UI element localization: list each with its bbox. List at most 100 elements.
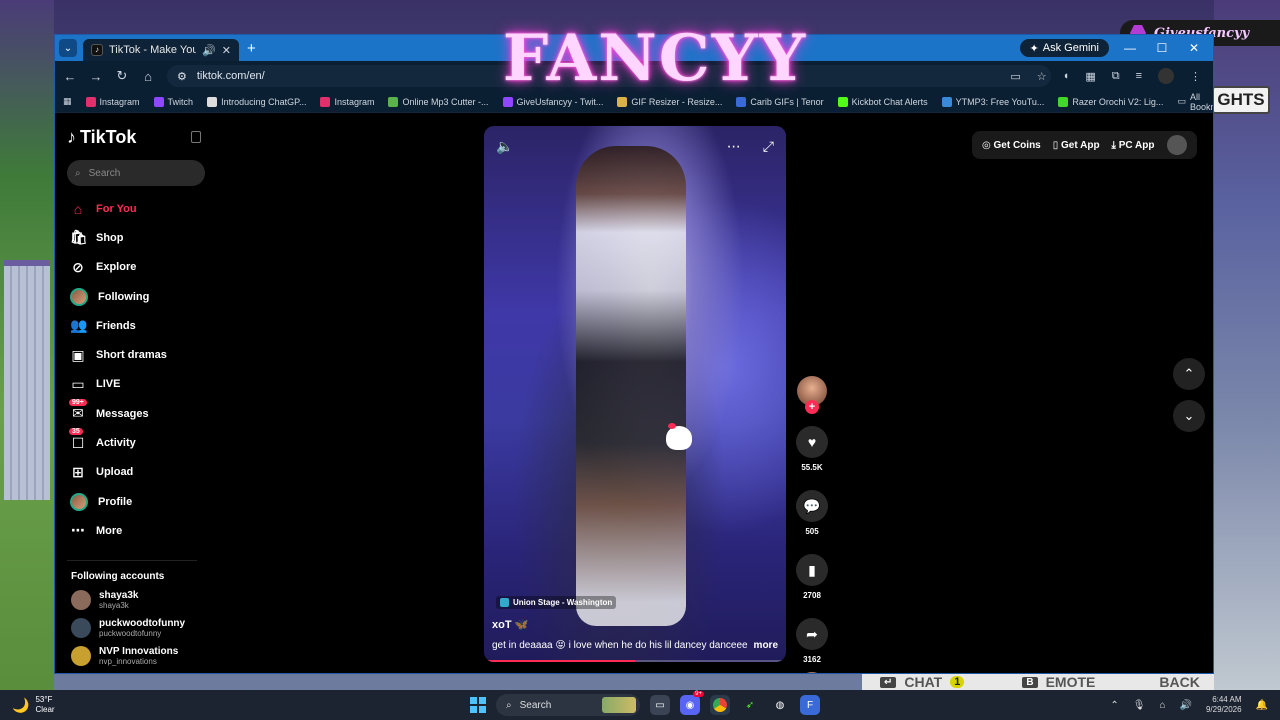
microphone-icon[interactable]: 🎙 <box>1133 700 1146 711</box>
profile-avatar-browser[interactable] <box>1158 68 1174 84</box>
nav-item-upload[interactable]: ⊞ Upload <box>67 458 213 487</box>
app-f-icon[interactable]: F <box>800 695 820 715</box>
chrome-icon[interactable] <box>710 695 730 715</box>
bookmark-item[interactable]: GIF Resizer - Resize... <box>617 96 722 107</box>
extension-icon-2[interactable]: ▦ <box>1085 70 1095 83</box>
bookmark-item[interactable]: Online Mp3 Cutter -... <box>388 96 489 107</box>
bookmark-item[interactable]: Razer Orochi V2: Lig... <box>1058 96 1164 107</box>
previous-video-button[interactable]: ⌃ <box>1173 358 1205 390</box>
pc-app-button[interactable]: ⤓ PC App <box>1112 140 1155 151</box>
following-account[interactable]: puckwoodtofunny puckwoodtofunny <box>67 617 213 638</box>
kick-icon[interactable]: ➶ <box>740 695 760 715</box>
maximize-button[interactable]: ☐ <box>1151 41 1173 55</box>
creator-avatar[interactable]: + <box>797 376 827 414</box>
url-bar[interactable]: ⚙ tiktok.com/en/ ▭ ☆ <box>167 65 1051 87</box>
ask-gemini-button[interactable]: ✦ Ask Gemini <box>1019 39 1109 57</box>
bookmark-item[interactable]: Introducing ChatGP... <box>207 96 306 107</box>
get-app-button[interactable]: ▯ Get App <box>1053 140 1100 151</box>
nav-item-activity[interactable]: 35 ☐ Activity <box>67 428 213 457</box>
minimize-button[interactable]: — <box>1119 41 1141 55</box>
nav-item-short-dramas[interactable]: ▣ Short dramas <box>67 340 213 369</box>
all-bookmarks-button[interactable]: ▭ All Bookmarks <box>1177 92 1213 112</box>
bookmark-item[interactable]: YTMP3: Free YouTu... <box>941 96 1044 107</box>
nav-item-profile[interactable]: Profile <box>67 487 213 516</box>
video-author[interactable]: xoT 🦋 <box>492 618 528 631</box>
nav-item-following[interactable]: Following <box>67 282 213 311</box>
volume-tray-icon[interactable]: 🔊 <box>1180 700 1192 711</box>
taskbar-search[interactable]: ⌕ Search <box>496 694 640 716</box>
more-icon: ⋯ <box>71 522 85 539</box>
weather-widget[interactable]: 🌙 53°F Clear <box>0 695 200 715</box>
video-progress-bar[interactable] <box>484 660 786 662</box>
speaker-icon[interactable]: 🔊 <box>202 44 216 57</box>
nav-label: Explore <box>96 261 137 274</box>
nav-item-for-you[interactable]: ⌂ For You <box>67 194 213 223</box>
browser-window: ⌄ ♪ TikTok - Make Your Day 🔊 ✕ + ✦ Ask G… <box>54 34 1214 674</box>
apps-grid-icon[interactable]: ▦ <box>63 96 72 107</box>
volume-icon[interactable]: 🔈 <box>496 138 513 155</box>
notification-bell-icon[interactable]: 🔔 <box>1256 700 1268 711</box>
tab-search-button[interactable]: ⌄ <box>59 39 77 57</box>
nav-item-explore[interactable]: ⊘ Explore <box>67 253 213 282</box>
bookmark-item[interactable]: Instagram <box>320 96 374 107</box>
next-video-button[interactable]: ⌄ <box>1173 400 1205 432</box>
share-button[interactable]: ➦ <box>796 618 828 650</box>
following-account[interactable]: shaya3k shaya3k <box>67 589 213 610</box>
following-account[interactable]: NVP Innovations nvp_innovations <box>67 645 213 666</box>
comment-button[interactable]: 💬 <box>796 490 828 522</box>
back-button[interactable]: ← <box>63 69 77 84</box>
discord-icon[interactable]: ◉ 9+ <box>680 691 704 715</box>
more-options-icon[interactable]: ⋯ <box>727 138 741 155</box>
extension-icon-1[interactable]: ◖ <box>1063 70 1070 82</box>
clock[interactable]: 6:44 AM 9/29/2026 <box>1206 695 1242 715</box>
tab-tiktok[interactable]: ♪ TikTok - Make Your Day 🔊 ✕ <box>83 39 239 61</box>
bookmark-item[interactable]: Twitch <box>153 96 193 107</box>
close-window-button[interactable]: ✕ <box>1183 41 1205 55</box>
nav-item-live[interactable]: ▭ LIVE <box>67 370 213 399</box>
save-button[interactable]: ▮ <box>796 554 828 586</box>
hud-chat-count: 1 <box>950 676 965 688</box>
location-tag[interactable]: Union Stage - Washington <box>496 596 617 609</box>
forward-button[interactable]: → <box>89 69 103 84</box>
start-button[interactable] <box>470 697 486 713</box>
task-view-icon[interactable]: ▭ <box>650 695 670 715</box>
nav-item-friends[interactable]: 👥 Friends <box>67 311 213 340</box>
bookmark-item[interactable]: Carib GIFs | Tenor <box>736 96 824 107</box>
cast-icon[interactable]: ▭ <box>1010 70 1020 83</box>
search-input[interactable]: ⌕ Search <box>67 160 205 186</box>
caption-more-button[interactable]: more <box>754 640 778 651</box>
account-avatar <box>71 645 91 666</box>
follow-plus-icon[interactable]: + <box>805 400 819 414</box>
bookmark-item[interactable]: Instagram <box>85 96 140 107</box>
obs-icon[interactable]: ◍ <box>770 695 790 715</box>
heart-icon: ♥ <box>807 434 817 450</box>
like-button[interactable]: ♥ <box>796 426 828 458</box>
nav-item-more[interactable]: ⋯ More <box>67 516 213 545</box>
new-tab-button[interactable]: + <box>247 40 256 57</box>
user-avatar[interactable] <box>1166 135 1187 155</box>
nav-item-messages[interactable]: 99+ ✉ Messages <box>67 399 213 428</box>
browser-menu-icon[interactable]: ⋮ <box>1190 70 1201 83</box>
bookmark-favicon <box>207 96 218 107</box>
site-info-icon[interactable]: ⚙ <box>177 70 187 83</box>
close-tab-icon[interactable]: ✕ <box>222 44 231 57</box>
bookmark-item[interactable]: GiveUsfancyy - Twit... <box>502 96 603 107</box>
account-avatar <box>71 617 91 638</box>
bookmark-label: Razer Orochi V2: Lig... <box>1072 96 1164 107</box>
bookmark-item[interactable]: Kickbot Chat Alerts <box>837 96 928 107</box>
home-button[interactable]: ⌂ <box>141 69 155 84</box>
chevron-up-tray-icon[interactable]: ⌃ <box>1110 700 1118 711</box>
fullscreen-icon[interactable]: ⤢ <box>763 138 774 155</box>
music-disc-avatar[interactable] <box>797 672 827 673</box>
reload-button[interactable]: ↻ <box>115 68 129 84</box>
network-icon[interactable]: ⌂ <box>1159 700 1165 711</box>
share-icon: ➦ <box>806 625 818 642</box>
extensions-puzzle-icon[interactable]: ⧉ <box>1112 70 1120 83</box>
video-player[interactable]: 🔈 ⋯ ⤢ Union Stage - Washington xoT 🦋 get… <box>484 126 786 662</box>
bookmark-star-icon[interactable]: ☆ <box>1037 70 1047 83</box>
get-coins-button[interactable]: ◎ Get Coins <box>982 140 1041 151</box>
nav-item-shop[interactable]: 🛍 Shop <box>67 223 213 252</box>
tiktok-favicon: ♪ <box>91 44 103 56</box>
collapse-sidebar-icon[interactable] <box>191 131 201 143</box>
media-control-icon[interactable]: ≡ <box>1136 70 1142 82</box>
